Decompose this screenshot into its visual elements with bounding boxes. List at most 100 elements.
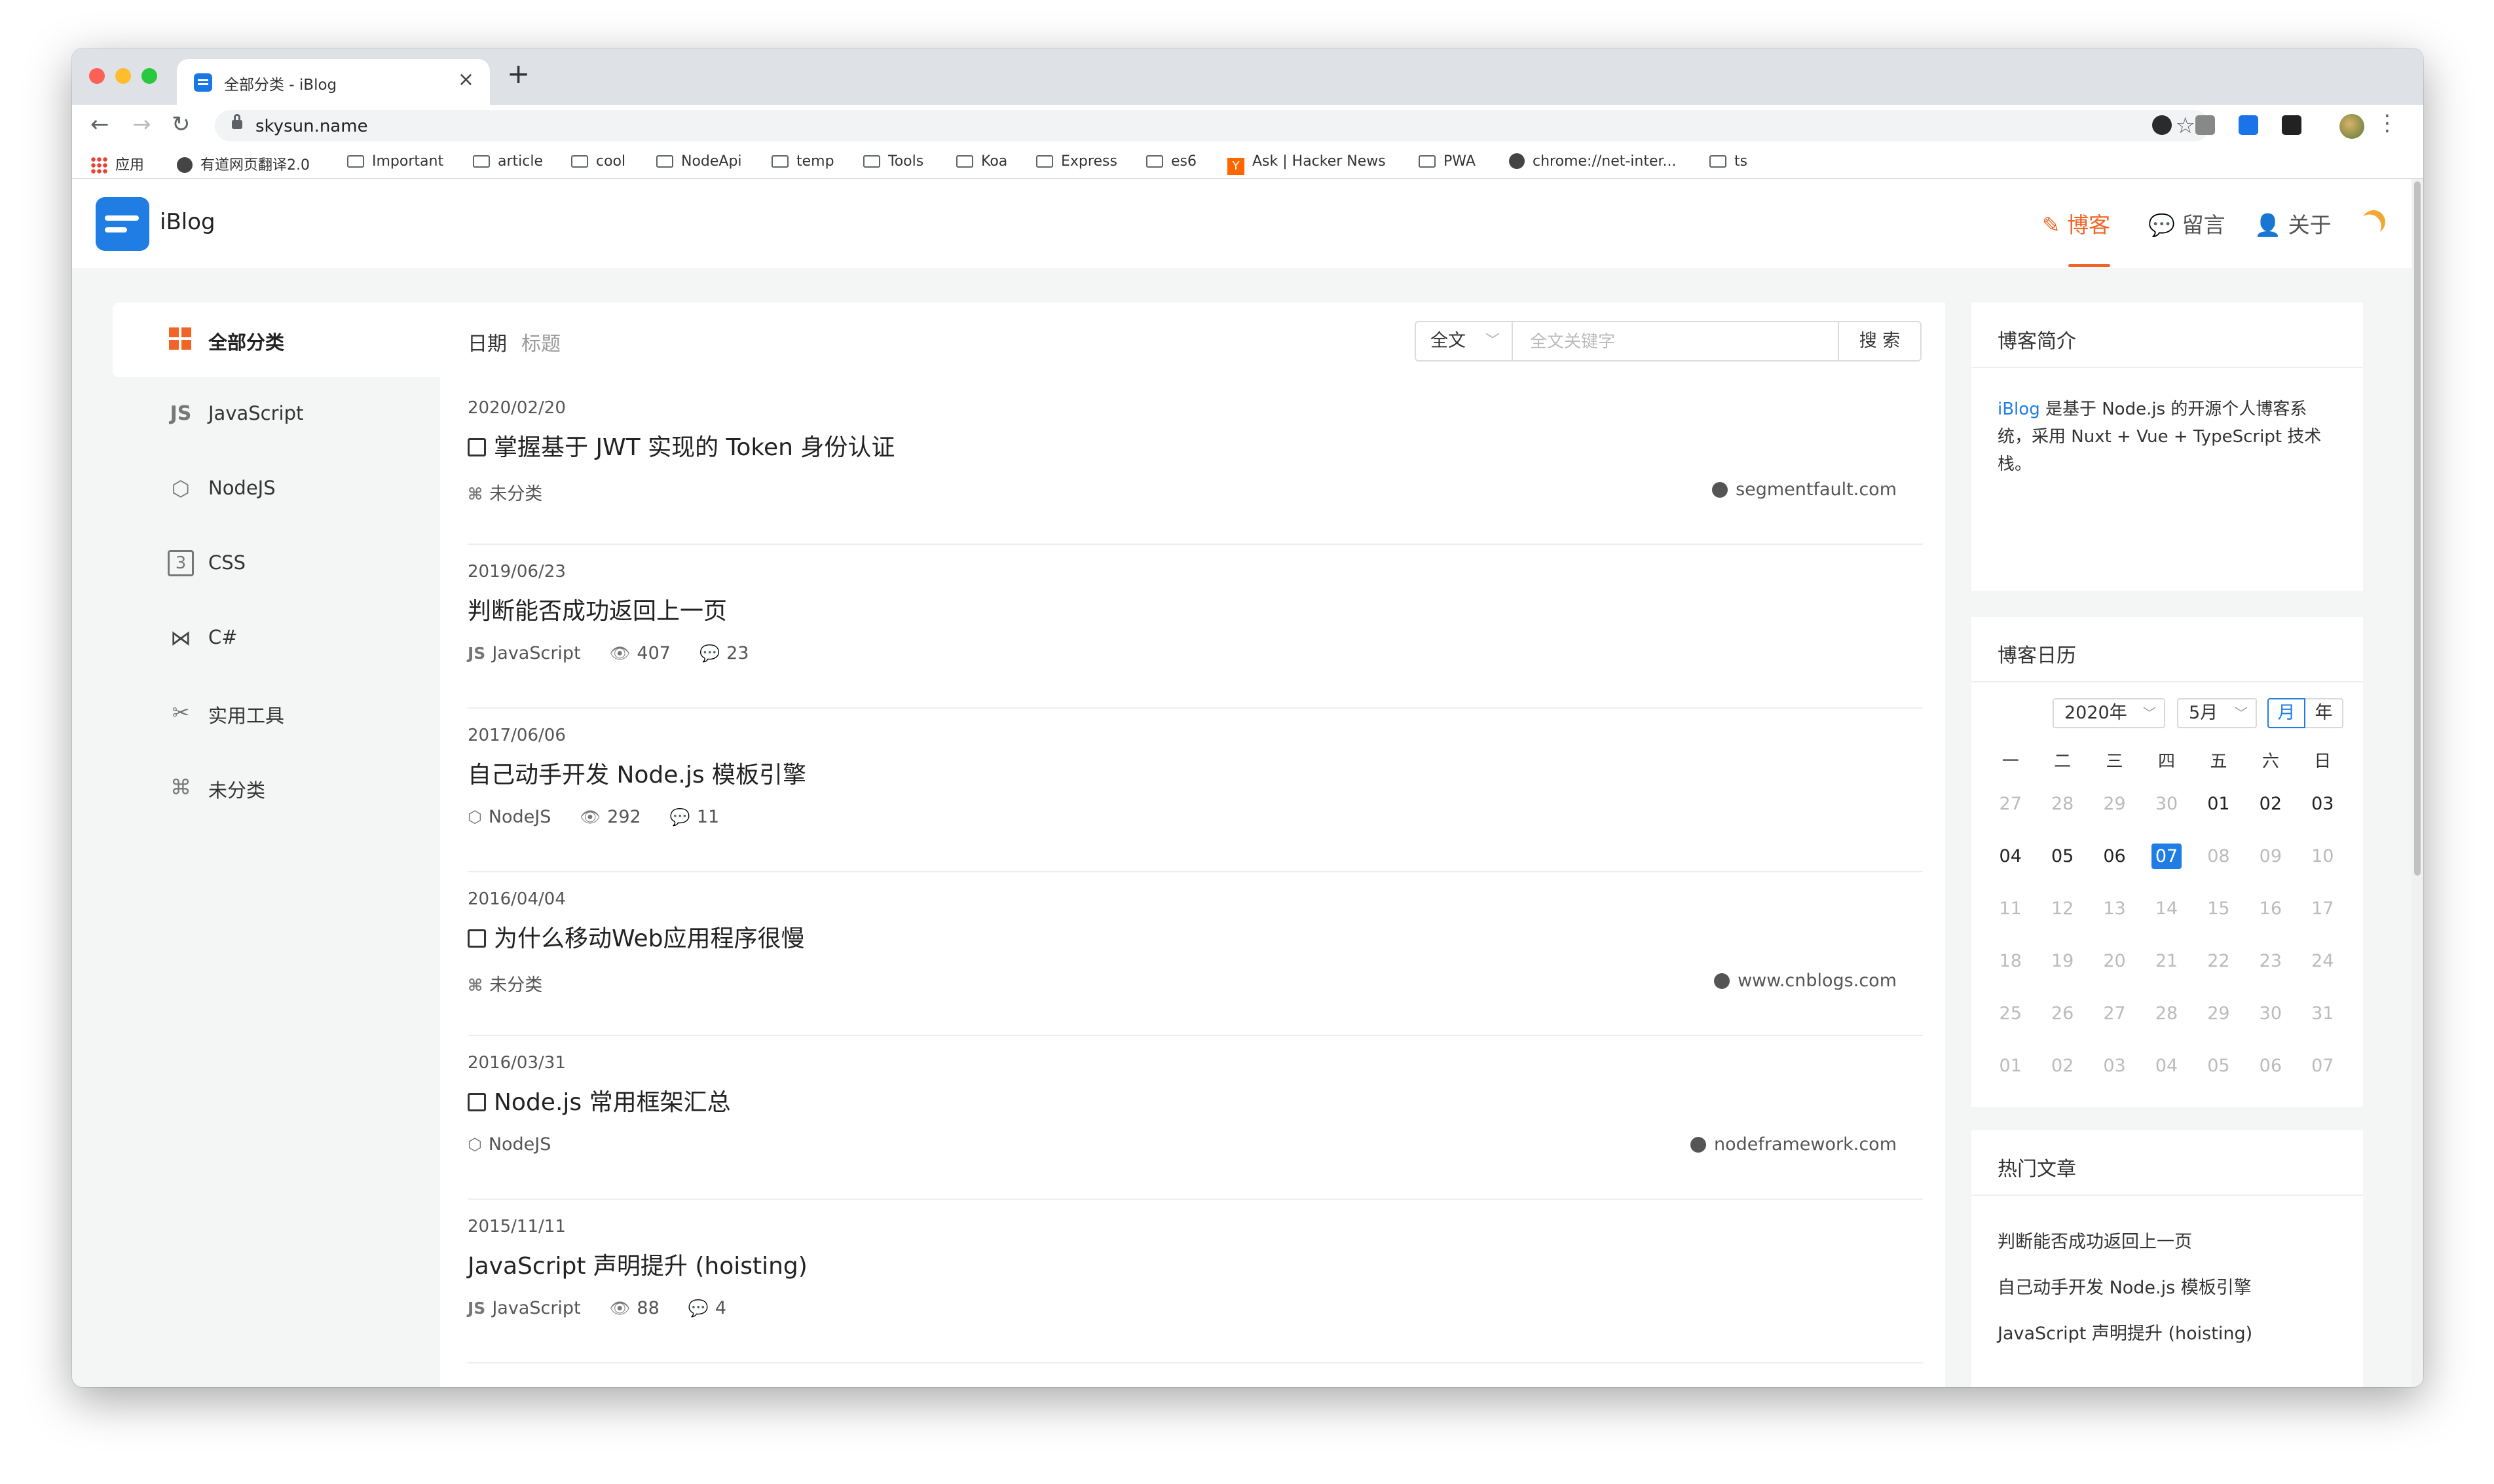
moon-icon[interactable] — [2358, 207, 2389, 237]
sidebar-item-css[interactable]: 3 CSS — [113, 527, 440, 601]
article-title-link[interactable]: 判断能否成功返回上一页 — [468, 592, 727, 626]
article-source[interactable]: nodeframework.com — [1690, 1134, 1897, 1155]
calendar-day[interactable]: 02 — [2036, 1040, 2088, 1092]
iblog-logo[interactable] — [96, 197, 149, 251]
qr-extension-icon[interactable] — [2282, 115, 2301, 135]
calendar-day[interactable]: 21 — [2140, 935, 2192, 988]
article-category[interactable]: ⬡ NodeJS — [468, 1134, 551, 1155]
iblog-link[interactable]: iBlog — [1998, 399, 2040, 419]
hot-article-link[interactable]: 判断能否成功返回上一页 — [1998, 1227, 2192, 1253]
calendar-day[interactable]: 06 — [2089, 830, 2140, 883]
bookmark-nodeapi[interactable]: NodeApi — [656, 153, 742, 170]
calendar-day[interactable]: 30 — [2140, 778, 2192, 830]
bookmark-pwa[interactable]: PWA — [1419, 153, 1476, 170]
back-arrow-icon[interactable]: ← — [90, 111, 109, 138]
article-source[interactable]: www.cnblogs.com — [1714, 971, 1897, 991]
m-extension-icon[interactable] — [2239, 115, 2258, 135]
sort-by-title[interactable]: 标题 — [521, 327, 561, 356]
bookmark-temp[interactable]: temp — [772, 153, 834, 170]
profile-avatar[interactable] — [2339, 114, 2364, 139]
bookmark-youdao[interactable]: 有道网页翻译2.0 — [177, 153, 310, 174]
close-window-button[interactable] — [89, 68, 105, 84]
calendar-day[interactable]: 29 — [2193, 988, 2244, 1040]
article-category[interactable]: ⬡ NodeJS — [468, 807, 551, 827]
year-select[interactable]: 2020年 ﹀ — [2053, 698, 2165, 728]
article-category[interactable]: ⌘ 未分类 — [468, 484, 542, 504]
article-title-link[interactable]: Node.js 常用框架汇总 — [468, 1083, 731, 1117]
address-bar[interactable]: skysun.name ☆ — [215, 110, 2210, 141]
article-title-link[interactable]: JavaScript 声明提升 (hoisting) — [468, 1247, 808, 1281]
sidebar-item-uncategorized[interactable]: ⌘ 未分类 — [113, 751, 440, 825]
calendar-day[interactable]: 17 — [2297, 883, 2349, 935]
maximize-window-button[interactable] — [141, 68, 157, 84]
scrollbar-thumb[interactable] — [2414, 181, 2421, 876]
sidebar-item-nodejs[interactable]: ⬡ NodeJS — [113, 452, 440, 527]
search-button[interactable]: 搜 索 — [1838, 322, 1920, 360]
calendar-day[interactable]: 19 — [2036, 935, 2088, 988]
calendar-day[interactable]: 22 — [2193, 935, 2244, 988]
article-source[interactable]: segmentfault.com — [1712, 479, 1897, 500]
article-title-link[interactable]: 为什么移动Web应用程序很慢 — [468, 919, 805, 954]
bookmark-ts[interactable]: ts — [1709, 153, 1747, 170]
reader-extension-icon[interactable] — [2195, 115, 2215, 135]
calendar-day[interactable]: 23 — [2244, 935, 2296, 988]
bookmark-es6[interactable]: es6 — [1146, 153, 1197, 170]
calendar-day[interactable]: 06 — [2244, 1040, 2296, 1092]
forward-arrow-icon[interactable]: → — [132, 111, 151, 138]
bookmark-important[interactable]: Important — [347, 153, 443, 170]
close-tab-icon[interactable]: × — [458, 68, 474, 91]
calendar-day[interactable]: 11 — [1984, 883, 2036, 935]
calendar-day[interactable]: 20 — [2089, 935, 2140, 988]
calendar-day[interactable]: 18 — [1984, 935, 2036, 988]
calendar-day[interactable]: 28 — [2036, 778, 2088, 830]
calendar-day[interactable]: 02 — [2244, 778, 2296, 830]
nav-about[interactable]: 👤 关于 — [2254, 208, 2332, 239]
calendar-day[interactable]: 27 — [1984, 778, 2036, 830]
calendar-day[interactable]: 04 — [1984, 830, 2036, 883]
hot-article-link[interactable]: 自己动手开发 Node.js 模板引擎 — [1998, 1273, 2252, 1299]
calendar-day[interactable]: 10 — [2297, 830, 2349, 883]
article-category[interactable]: JS JavaScript — [468, 643, 581, 663]
bookmark-koa[interactable]: Koa — [956, 153, 1007, 170]
bookmark-cool[interactable]: cool — [571, 153, 625, 170]
calendar-day[interactable]: 31 — [2297, 988, 2349, 1040]
calendar-day[interactable]: 24 — [2297, 935, 2349, 988]
brand-name[interactable]: iBlog — [160, 209, 215, 235]
calendar-day[interactable]: 27 — [2089, 988, 2140, 1040]
calendar-day[interactable]: 04 — [2140, 1040, 2192, 1092]
minimize-window-button[interactable] — [115, 68, 131, 84]
calendar-day[interactable]: 16 — [2244, 883, 2296, 935]
bookmark-express[interactable]: Express — [1036, 153, 1117, 170]
bookmark-hacker-news[interactable]: Y Ask | Hacker News — [1227, 153, 1386, 175]
article-title-link[interactable]: 自己动手开发 Node.js 模板引擎 — [468, 756, 806, 790]
sort-by-date[interactable]: 日期 — [468, 327, 507, 356]
bookmark-star-icon[interactable]: ☆ — [2176, 113, 2195, 139]
bookmark-article[interactable]: article — [473, 153, 543, 170]
calendar-day[interactable]: 29 — [2089, 778, 2140, 830]
nav-blog[interactable]: ✎ 博客 — [2042, 208, 2110, 239]
new-tab-button[interactable]: + — [507, 58, 530, 90]
article-category[interactable]: JS JavaScript — [468, 1298, 581, 1318]
calendar-day[interactable]: 30 — [2244, 988, 2296, 1040]
bookmark-tools[interactable]: Tools — [863, 153, 923, 170]
extension-icon[interactable] — [2152, 115, 2172, 135]
nav-guestbook[interactable]: 💬 留言 — [2148, 208, 2225, 239]
calendar-day[interactable]: 08 — [2193, 830, 2244, 883]
calendar-day[interactable]: 09 — [2244, 830, 2296, 883]
year-mode-button[interactable]: 年 — [2305, 698, 2343, 728]
month-select[interactable]: 5月 ﹀ — [2177, 698, 2257, 728]
calendar-day[interactable]: 01 — [2193, 778, 2244, 830]
calendar-day[interactable]: 01 — [1984, 1040, 2036, 1092]
search-input[interactable] — [1514, 322, 1859, 362]
calendar-day[interactable]: 28 — [2140, 988, 2192, 1040]
calendar-day[interactable]: 14 — [2140, 883, 2192, 935]
month-mode-button[interactable]: 月 — [2267, 698, 2305, 728]
calendar-day[interactable]: 12 — [2036, 883, 2088, 935]
article-title-link[interactable]: 掌握基于 JWT 实现的 Token 身份认证 — [468, 428, 895, 462]
sidebar-item-all[interactable]: 全部分类 — [113, 303, 440, 377]
article-category[interactable]: ⌘ 未分类 — [468, 975, 542, 995]
browser-tab[interactable]: 全部分类 - iBlog × — [177, 59, 490, 105]
calendar-day[interactable]: 26 — [2036, 988, 2088, 1040]
calendar-day[interactable]: 13 — [2089, 883, 2140, 935]
reload-icon[interactable]: ↻ — [172, 111, 191, 138]
